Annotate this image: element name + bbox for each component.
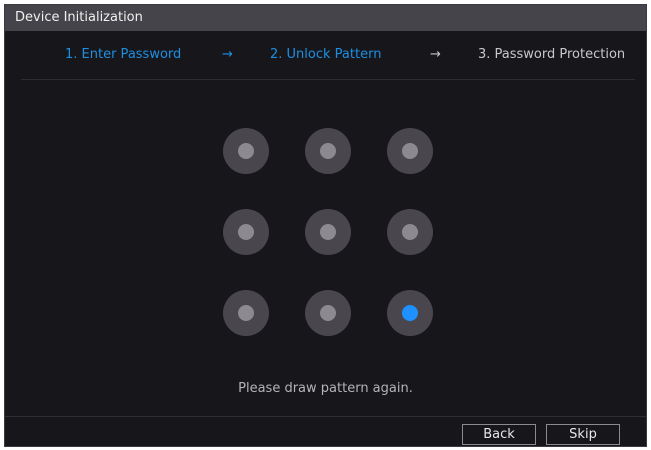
pattern-dot-1[interactable] xyxy=(223,128,269,174)
skip-button[interactable]: Skip xyxy=(546,424,620,445)
pattern-dot-center xyxy=(238,143,254,159)
pattern-hint: Please draw pattern again. xyxy=(238,381,413,396)
pattern-dot-center xyxy=(402,224,418,240)
pattern-dot-center xyxy=(238,224,254,240)
step-enter-password: 1. Enter Password xyxy=(65,47,182,62)
pattern-dot-center xyxy=(238,305,254,321)
step-divider xyxy=(21,79,635,80)
step-indicator: 1. Enter Password → 2. Unlock Pattern → … xyxy=(5,47,646,67)
step-password-protection: 3. Password Protection xyxy=(478,47,626,62)
back-button[interactable]: Back xyxy=(462,424,536,445)
footer-divider xyxy=(5,416,646,417)
pattern-dot-center xyxy=(320,305,336,321)
device-initialization-window: Device Initialization 1. Enter Password … xyxy=(4,4,647,447)
pattern-dot-2[interactable] xyxy=(305,128,351,174)
pattern-dot-4[interactable] xyxy=(223,209,269,255)
pattern-dot-center xyxy=(320,143,336,159)
pattern-dot-6[interactable] xyxy=(387,209,433,255)
pattern-dot-7[interactable] xyxy=(223,290,269,336)
pattern-dot-5[interactable] xyxy=(305,209,351,255)
pattern-dot-3[interactable] xyxy=(387,128,433,174)
pattern-dot-9[interactable] xyxy=(387,290,433,336)
pattern-dot-8[interactable] xyxy=(305,290,351,336)
window-title: Device Initialization xyxy=(5,5,646,31)
step-arrow-1: → xyxy=(222,47,233,62)
pattern-dot-center xyxy=(320,224,336,240)
pattern-dot-center xyxy=(402,305,418,321)
pattern-dot-center xyxy=(402,143,418,159)
step-arrow-2: → xyxy=(430,47,441,62)
step-unlock-pattern: 2. Unlock Pattern xyxy=(270,47,382,62)
